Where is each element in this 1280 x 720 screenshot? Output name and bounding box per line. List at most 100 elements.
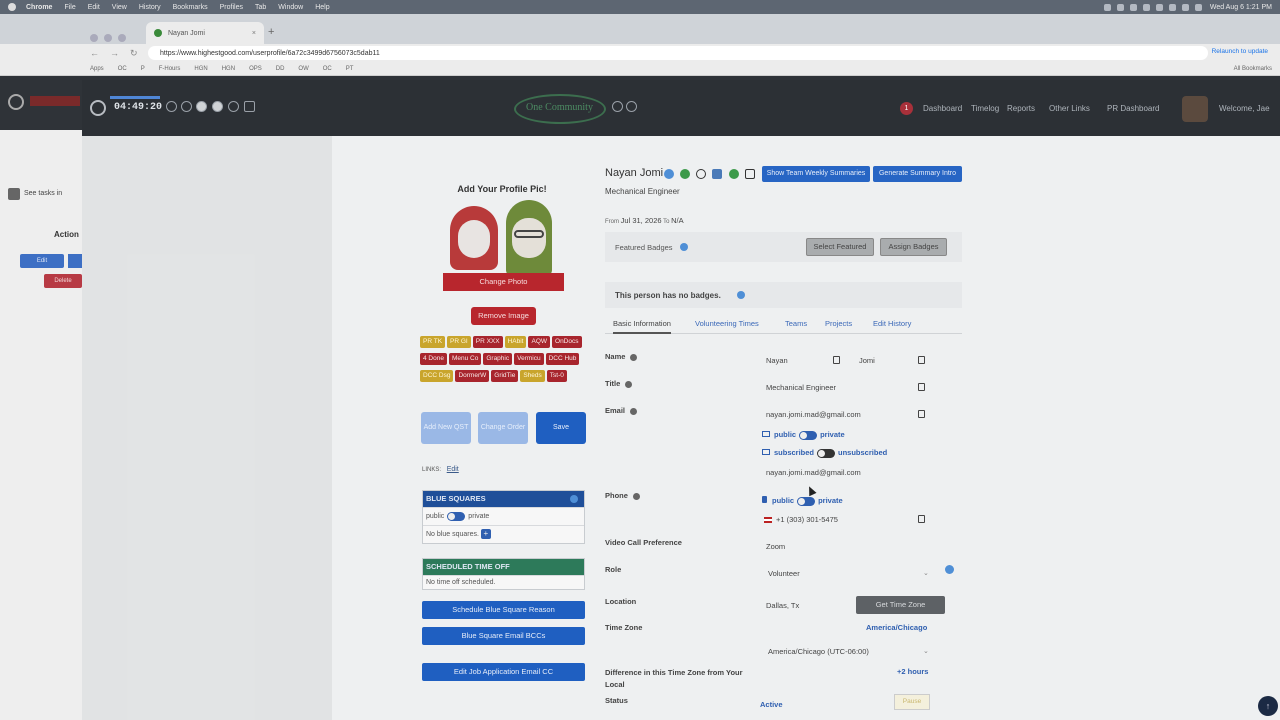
generate-summary-button[interactable]: Generate Summary Intro <box>873 166 962 182</box>
to-date[interactable]: N/A <box>671 216 684 225</box>
bookmark-item[interactable]: OC <box>118 66 127 72</box>
add-new-qst-button[interactable]: Add New QST <box>421 412 471 444</box>
tray-icon[interactable] <box>1103 3 1111 11</box>
search-icon[interactable] <box>1194 3 1202 11</box>
project-chip[interactable]: DCC Dsg <box>420 370 454 382</box>
bookmark-item[interactable]: OPS <box>249 66 262 72</box>
last-name-input[interactable]: Jomi <box>859 356 875 365</box>
copy-icon[interactable] <box>918 410 925 418</box>
blue-square-email-button[interactable]: Blue Square Email BCCs <box>422 627 585 645</box>
project-chip[interactable]: DCC Hub <box>545 353 580 365</box>
background-secondary-button[interactable] <box>68 254 82 268</box>
edit-job-email-button[interactable]: Edit Job Application Email CC <box>422 663 585 681</box>
menu-bookmarks[interactable]: Bookmarks <box>173 4 208 11</box>
tray-icon[interactable] <box>1155 3 1163 11</box>
battery-icon[interactable] <box>1181 3 1189 11</box>
links-edit-link[interactable]: Edit <box>447 466 459 473</box>
timer-add-icon[interactable] <box>166 101 177 112</box>
pause-button[interactable]: Pause <box>894 694 930 710</box>
info-icon[interactable] <box>570 495 578 503</box>
menu-view[interactable]: View <box>112 4 127 11</box>
save-button[interactable]: Save <box>536 412 586 444</box>
bookmark-item[interactable]: Apps <box>90 66 104 72</box>
background-edit-button[interactable]: Edit <box>20 254 64 268</box>
menu-chrome[interactable]: Chrome <box>26 4 52 11</box>
menu-edit[interactable]: Edit <box>88 4 100 11</box>
edit-icon[interactable] <box>612 101 623 112</box>
background-delete-button[interactable]: Delete <box>44 274 82 288</box>
clock-icon[interactable] <box>696 169 706 179</box>
us-flag-icon[interactable] <box>764 517 772 524</box>
wrench-icon[interactable] <box>712 169 722 179</box>
new-tab-icon[interactable]: + <box>268 26 274 38</box>
bookmark-item[interactable]: HGN <box>222 66 235 72</box>
tab-projects[interactable]: Projects <box>825 319 852 328</box>
project-chip[interactable]: PR XXX <box>472 336 503 348</box>
video-call-input[interactable]: Zoom <box>766 542 785 551</box>
wifi-icon[interactable] <box>1168 3 1176 11</box>
project-chip[interactable]: 4 Done <box>420 353 447 365</box>
chevron-down-icon[interactable]: ⌄ <box>923 569 929 577</box>
change-photo-button[interactable]: Change Photo <box>443 273 564 291</box>
apple-icon[interactable] <box>8 3 16 11</box>
title-input[interactable]: Mechanical Engineer <box>766 383 836 392</box>
relaunch-button[interactable]: Relaunch to update <box>1212 48 1268 55</box>
info-icon[interactable] <box>630 407 638 415</box>
time-zone-select[interactable]: America/Chicago (UTC-06:00) <box>768 647 869 656</box>
browser-tab[interactable]: Nayan Jomi × <box>146 22 264 44</box>
project-chip[interactable]: AQW <box>528 336 551 348</box>
assign-badges-button[interactable]: Assign Badges <box>880 238 947 256</box>
role-select[interactable]: Volunteer <box>768 569 800 578</box>
bookmark-item[interactable]: All Bookmarks <box>1234 66 1272 72</box>
project-chip[interactable]: Tst-0 <box>546 370 567 382</box>
bookmark-item[interactable]: DD <box>276 66 285 72</box>
forward-icon[interactable]: → <box>110 48 120 58</box>
change-order-button[interactable]: Change Order <box>478 412 528 444</box>
phone-visibility-toggle[interactable] <box>797 496 816 506</box>
status-green-icon[interactable] <box>680 169 690 179</box>
tray-icon[interactable] <box>1142 3 1150 11</box>
url-input[interactable]: https://www.highestgood.com/userprofile/… <box>148 46 1208 60</box>
timer-subtract-icon[interactable] <box>181 101 192 112</box>
select-featured-button[interactable]: Select Featured <box>806 238 874 256</box>
info-icon[interactable] <box>630 353 638 361</box>
nav-pr-dashboard[interactable]: PR Dashboard <box>1107 104 1159 113</box>
bookmark-item[interactable]: OC <box>323 66 332 72</box>
window-close-icon[interactable] <box>90 34 98 42</box>
bookmark-item[interactable]: P <box>141 66 145 72</box>
copy-icon[interactable] <box>918 383 925 391</box>
menu-file[interactable]: File <box>64 4 75 11</box>
from-date[interactable]: Jul 31, 2026 <box>621 216 662 225</box>
bookmark-item[interactable]: F-Hours <box>159 66 181 72</box>
project-chip[interactable]: Sheds <box>520 370 545 382</box>
nav-timelog[interactable]: Timelog <box>971 104 999 113</box>
reload-icon[interactable]: ↻ <box>130 48 140 58</box>
project-chip[interactable]: Menu Co <box>448 353 482 365</box>
bookmark-item[interactable]: HGN <box>194 66 207 72</box>
project-chip[interactable]: OnDocs <box>552 336 582 348</box>
menu-tab[interactable]: Tab <box>255 4 266 11</box>
phone-input[interactable]: +1 (303) 301-5475 <box>764 515 838 524</box>
info-icon[interactable] <box>625 380 633 388</box>
project-chip[interactable]: GridTie <box>491 370 519 382</box>
add-blue-square-icon[interactable]: + <box>480 529 491 540</box>
timer-clock-icon[interactable] <box>90 100 106 116</box>
project-chip[interactable]: HAbit <box>504 336 527 348</box>
email-input[interactable]: nayan.jomi.mad@gmail.com <box>766 410 861 419</box>
menu-profiles[interactable]: Profiles <box>220 4 243 11</box>
nav-dashboard[interactable]: Dashboard <box>923 104 962 113</box>
welcome-text[interactable]: Welcome, Jae <box>1219 104 1270 113</box>
tab-edit-history[interactable]: Edit History <box>873 319 911 328</box>
menu-clock[interactable]: Wed Aug 6 1:21 PM <box>1210 4 1272 11</box>
email-visibility-toggle[interactable] <box>799 430 818 440</box>
tab-teams[interactable]: Teams <box>785 319 807 328</box>
project-chip[interactable]: PR TK <box>420 336 446 348</box>
info-icon[interactable] <box>945 565 954 574</box>
time-zone-link[interactable]: America/Chicago <box>866 623 927 632</box>
menu-window[interactable]: Window <box>278 4 303 11</box>
avatar[interactable] <box>1182 96 1208 122</box>
location-input[interactable]: Dallas, Tx <box>766 601 799 610</box>
project-chip[interactable]: Vermicu <box>514 353 544 365</box>
info-icon[interactable] <box>632 492 640 500</box>
bookmark-item[interactable]: PT <box>346 66 354 72</box>
